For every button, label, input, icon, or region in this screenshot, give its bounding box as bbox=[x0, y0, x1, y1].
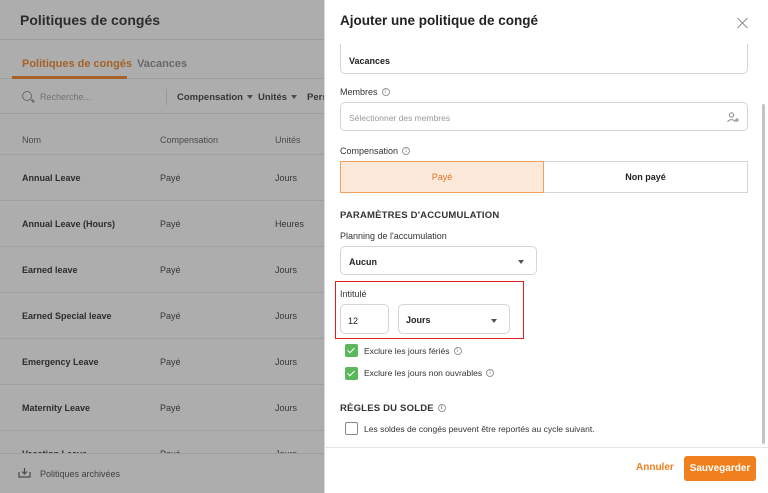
save-button[interactable]: Sauvegarder bbox=[684, 456, 756, 481]
balance-section-title: RÈGLES DU SOLDE bbox=[340, 403, 446, 414]
add-policy-panel: Ajouter une politique de congé Vacances … bbox=[324, 0, 768, 493]
chevron-down-icon bbox=[491, 319, 497, 323]
carryover-label: Les soldes de congés peuvent être report… bbox=[364, 424, 595, 434]
compensation-label: Compensation bbox=[340, 146, 411, 156]
accrual-schedule-select[interactable]: Aucun bbox=[340, 246, 537, 275]
chevron-down-icon bbox=[518, 260, 524, 264]
exclude-holidays-label: Exclure les jours fériés bbox=[364, 346, 462, 356]
compensation-unpaid-button[interactable]: Non payé bbox=[544, 161, 748, 193]
info-icon[interactable] bbox=[402, 147, 411, 155]
accrual-schedule-label: Planning de l'accumulation bbox=[340, 231, 447, 241]
panel-footer: Annuler Sauvegarder bbox=[325, 447, 768, 493]
members-placeholder: Sélectionner des membres bbox=[349, 113, 451, 123]
members-select[interactable]: Sélectionner des membres bbox=[340, 102, 748, 131]
info-icon[interactable] bbox=[486, 369, 495, 377]
exclude-holidays-checkbox[interactable] bbox=[345, 344, 358, 357]
unit-value: Jours bbox=[406, 315, 431, 325]
info-icon[interactable] bbox=[381, 88, 390, 96]
exclude-non-working-days-text: Exclure les jours non ouvrables bbox=[364, 368, 483, 378]
amount-label: Intitulé bbox=[340, 289, 367, 299]
close-icon[interactable] bbox=[737, 17, 749, 29]
compensation-paid-button[interactable]: Payé bbox=[340, 161, 544, 193]
unit-select[interactable]: Jours bbox=[398, 304, 510, 334]
accrual-section-title: PARAMÈTRES D'ACCUMULATION bbox=[340, 210, 500, 221]
accrual-schedule-value: Aucun bbox=[349, 257, 377, 267]
exclude-holidays-text: Exclure les jours fériés bbox=[364, 346, 450, 356]
members-label: Membres bbox=[340, 87, 390, 97]
panel-title: Ajouter une politique de congé bbox=[340, 13, 539, 28]
compensation-label-text: Compensation bbox=[340, 146, 399, 156]
policy-name-input[interactable]: Vacances bbox=[340, 44, 748, 74]
carryover-checkbox[interactable] bbox=[345, 422, 358, 435]
exclude-non-working-days-checkbox[interactable] bbox=[345, 367, 358, 380]
scrollbar-thumb[interactable] bbox=[762, 104, 765, 444]
info-icon[interactable] bbox=[437, 404, 446, 412]
balance-section-text: RÈGLES DU SOLDE bbox=[340, 403, 434, 414]
cancel-button[interactable]: Annuler bbox=[636, 462, 674, 473]
members-label-text: Membres bbox=[340, 87, 378, 97]
info-icon[interactable] bbox=[453, 347, 462, 355]
amount-input[interactable]: 12 bbox=[340, 304, 389, 334]
exclude-non-working-days-label: Exclure les jours non ouvrables bbox=[364, 368, 495, 378]
compensation-toggle: Payé Non payé bbox=[340, 161, 748, 193]
add-user-icon bbox=[727, 112, 739, 123]
